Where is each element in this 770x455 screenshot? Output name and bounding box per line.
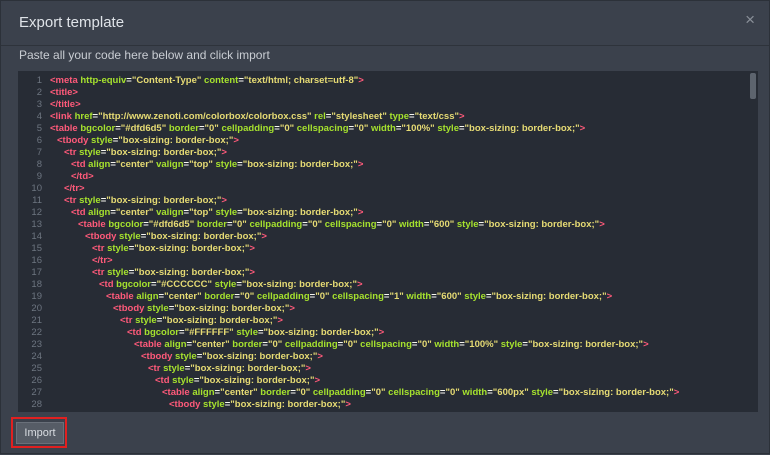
line-number: 22 [31, 327, 42, 338]
code-text: <tr style="box-sizing: border-box;"> [64, 147, 227, 158]
code-line: 18 <td bgcolor="#CCCCCC" style="box-sizin… [18, 279, 748, 291]
code-text: <td align="center" valign="top" style="b… [71, 207, 364, 218]
code-text: <title> [50, 87, 78, 98]
code-line: 28 <tbody style="box-sizing: border-box;"… [18, 399, 748, 411]
code-text: <tbody style="box-sizing: border-box;"> [113, 303, 295, 314]
code-line: 27 <table align="center" border="0" cellp… [18, 387, 748, 399]
line-number: 25 [31, 363, 42, 374]
code-line: 26 <td style="box-sizing: border-box;"> [18, 375, 748, 387]
code-line: 6 <tbody style="box-sizing: border-box;"> [18, 135, 748, 147]
code-line: 8 <td align="center" valign="top" style="… [18, 159, 748, 171]
code-line: 15 <tr style="box-sizing: border-box;"> [18, 243, 748, 255]
line-number: 10 [31, 183, 42, 194]
line-number: 4 [36, 111, 42, 122]
code-line: 23 <table align="center" border="0" cellp… [18, 339, 748, 351]
line-number: 18 [31, 279, 42, 290]
code-line: 21 <tr style="box-sizing: border-box;"> [18, 315, 748, 327]
line-number: 23 [31, 339, 42, 350]
code-line: 13 <table bgcolor="#dfd6d5" border="0" ce… [18, 219, 748, 231]
line-number: 21 [31, 315, 42, 326]
line-number: 5 [36, 123, 42, 134]
instruction-text: Paste all your code here below and click… [19, 48, 270, 62]
code-line: 10 </tr> [18, 183, 748, 195]
dialog-footer [1, 413, 769, 455]
close-icon[interactable]: × [745, 10, 755, 30]
code-text: </title> [50, 99, 81, 110]
line-number: 24 [31, 351, 42, 362]
code-text: <td align="center" valign="top" style="b… [71, 159, 364, 170]
code-line: 9 </td> [18, 171, 748, 183]
code-text: <tr style="box-sizing: border-box;"> [64, 195, 227, 206]
code-text: <tr style="box-sizing: border-box;"> [92, 243, 255, 254]
code-text: <tr style="box-sizing: border-box;"> [120, 315, 283, 326]
line-number: 20 [31, 303, 42, 314]
code-text: <table bgcolor="#dfd6d5" border="0" cell… [50, 123, 586, 134]
dialog-header: Export template × [1, 1, 769, 46]
code-line: 25 <tr style="box-sizing: border-box;"> [18, 363, 748, 375]
line-number: 26 [31, 375, 42, 386]
code-text: <tbody style="box-sizing: border-box;"> [141, 351, 323, 362]
code-line: 14 <tbody style="box-sizing: border-box;"… [18, 231, 748, 243]
code-text: <tbody style="box-sizing: border-box;"> [85, 231, 267, 242]
code-text: <td bgcolor="#FFFFFF" style="box-sizing:… [127, 327, 385, 338]
dialog-title: Export template [19, 14, 125, 31]
line-number: 11 [32, 195, 42, 206]
code-line: 12 <td align="center" valign="top" style=… [18, 207, 748, 219]
line-number: 8 [36, 159, 42, 170]
code-line: 20 <tbody style="box-sizing: border-box;"… [18, 303, 748, 315]
code-line: 3 </title> [18, 99, 748, 111]
line-number: 2 [36, 87, 42, 98]
code-text: <table align="center" border="0" cellpad… [162, 387, 680, 398]
code-text: <table align="center" border="0" cellpad… [106, 291, 613, 302]
editor-scrollbar[interactable] [748, 71, 758, 412]
code-text: </tr> [64, 183, 85, 194]
code-text: </td> [71, 171, 94, 182]
code-text: <tbody style="box-sizing: border-box;"> [57, 135, 239, 146]
code-line: 22 <td bgcolor="#FFFFFF" style="box-sizin… [18, 327, 748, 339]
code-text: <tr style="box-sizing: border-box;"> [148, 363, 311, 374]
code-line: 17 <tr style="box-sizing: border-box;"> [18, 267, 748, 279]
code-text: <table align="center" border="0" cellpad… [134, 339, 649, 350]
code-text: <table bgcolor="#dfd6d5" border="0" cell… [78, 219, 605, 230]
code-text: <link href="http://www.zenoti.com/colorb… [50, 111, 465, 122]
line-number: 15 [31, 243, 42, 254]
line-number: 1 [36, 75, 42, 86]
code-line: 5 <table bgcolor="#dfd6d5" border="0" cel… [18, 123, 748, 135]
line-number: 9 [36, 171, 42, 182]
code-text: <tbody style="box-sizing: border-box;"> [169, 399, 351, 410]
line-number: 16 [31, 255, 42, 266]
code-line: 11 <tr style="box-sizing: border-box;"> [18, 195, 748, 207]
code-line: 2 <title> [18, 87, 748, 99]
line-number: 12 [31, 207, 42, 218]
code-line: 7 <tr style="box-sizing: border-box;"> [18, 147, 748, 159]
code-line: 24 <tbody style="box-sizing: border-box;"… [18, 351, 748, 363]
import-button[interactable]: Import [16, 422, 64, 444]
code-line: 19 <table align="center" border="0" cellp… [18, 291, 748, 303]
line-number: 17 [31, 267, 42, 278]
line-number: 13 [31, 219, 42, 230]
code-text: <meta http-equiv="Content-Type" content=… [50, 75, 364, 86]
code-text: <tr style="box-sizing: border-box;"> [92, 267, 255, 278]
line-number: 3 [36, 99, 42, 110]
code-line: 16 </tr> [18, 255, 748, 267]
code-editor[interactable]: 1 <meta http-equiv="Content-Type" content… [18, 71, 758, 412]
line-number: 14 [31, 231, 42, 242]
line-number: 28 [31, 399, 42, 410]
line-number: 7 [36, 147, 42, 158]
code-line: 1 <meta http-equiv="Content-Type" content… [18, 75, 748, 87]
code-text: </tr> [92, 255, 113, 266]
line-number: 6 [36, 135, 42, 146]
code-line: 4 <link href="http://www.zenoti.com/color… [18, 111, 748, 123]
line-number: 19 [31, 291, 42, 302]
scrollbar-thumb[interactable] [750, 73, 756, 99]
export-template-dialog: Export template × Paste all your code he… [0, 0, 770, 454]
code-text: <td bgcolor="#CCCCCC" style="box-sizing:… [99, 279, 363, 290]
line-number: 27 [31, 387, 42, 398]
code-text: <td style="box-sizing: border-box;"> [155, 375, 321, 386]
